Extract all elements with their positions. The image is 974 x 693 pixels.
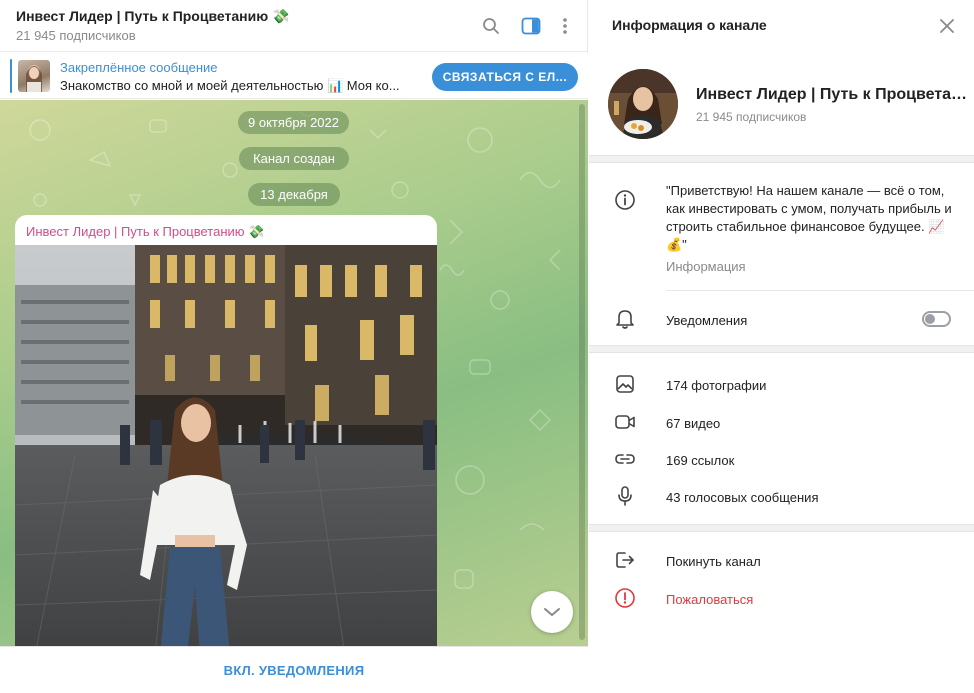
search-icon[interactable] xyxy=(479,14,503,38)
message-area[interactable]: 9 октября 2022 Канал создан 13 декабря И… xyxy=(0,100,588,646)
chat-title[interactable]: Инвест Лидер | Путь к Процветанию 💸 xyxy=(16,8,289,25)
section-divider xyxy=(589,155,974,163)
close-icon[interactable] xyxy=(937,16,957,36)
description-caption: Информация xyxy=(666,259,746,274)
media-voice[interactable]: 43 голосовых сообщения xyxy=(666,490,818,505)
post-photo[interactable] xyxy=(15,245,437,646)
chat-subscriber-count: 21 945 подписчиков xyxy=(16,28,136,43)
post-author[interactable]: Инвест Лидер | Путь к Процветанию 💸 xyxy=(26,224,264,240)
link-icon xyxy=(613,447,637,471)
chevron-down-icon xyxy=(544,608,560,616)
report-icon xyxy=(613,586,637,610)
info-icon xyxy=(613,188,637,212)
report-button[interactable]: Пожаловаться xyxy=(666,592,753,607)
channel-name: Инвест Лидер | Путь к Процветанию 💸 xyxy=(696,86,968,103)
media-photos[interactable]: 174 фотографии xyxy=(666,378,766,393)
more-vertical-icon[interactable] xyxy=(553,14,577,38)
channel-post[interactable]: Инвест Лидер | Путь к Процветанию 💸 xyxy=(15,215,437,646)
pinned-message-bar[interactable]: Закреплённое сообщение Знакомство со мно… xyxy=(0,53,588,99)
sidebar-toggle-icon[interactable] xyxy=(519,14,543,38)
media-videos[interactable]: 67 видео xyxy=(666,416,720,431)
media-links[interactable]: 169 ссылок xyxy=(666,453,734,468)
scroll-down-button[interactable] xyxy=(531,591,573,633)
row-divider xyxy=(666,290,974,291)
pinned-indicator xyxy=(10,59,12,93)
pinned-thumbnail xyxy=(18,60,50,92)
chat-footer: ВКЛ. УВЕДОМЛЕНИЯ xyxy=(0,646,588,693)
service-message: Канал создан xyxy=(239,147,349,170)
pinned-text: Знакомство со мной и моей деятельностью … xyxy=(60,78,400,93)
enable-notifications-button[interactable]: ВКЛ. УВЕДОМЛЕНИЯ xyxy=(224,663,365,678)
photo-icon xyxy=(613,372,637,396)
microphone-icon xyxy=(613,484,637,508)
chat-scrollbar[interactable] xyxy=(579,104,585,640)
pinned-label: Закреплённое сообщение xyxy=(60,60,218,75)
bell-icon xyxy=(613,307,637,331)
channel-description: "Приветствую! На нашем канале — всё о то… xyxy=(666,183,952,252)
channel-info-panel: Информация о канале Инвест Лидер | Путь … xyxy=(589,0,974,693)
section-divider xyxy=(589,345,974,353)
date-separator: 9 октября 2022 xyxy=(238,111,349,134)
chat-header[interactable]: Инвест Лидер | Путь к Процветанию 💸 21 9… xyxy=(0,0,588,52)
toggle-knob xyxy=(925,314,935,324)
channel-subscriber-count: 21 945 подписчиков xyxy=(696,110,807,124)
video-icon xyxy=(613,410,637,434)
notifications-label: Уведомления xyxy=(666,313,748,328)
info-panel-title: Информация о канале xyxy=(612,17,767,33)
date-separator: 13 декабря xyxy=(248,183,340,206)
contact-button[interactable]: СВЯЗАТЬСЯ С ЕЛ... xyxy=(432,63,578,91)
notifications-toggle[interactable] xyxy=(922,311,951,327)
section-divider xyxy=(589,524,974,532)
chat-panel: Инвест Лидер | Путь к Процветанию 💸 21 9… xyxy=(0,0,588,693)
leave-channel-button[interactable]: Покинуть канал xyxy=(666,554,761,569)
leave-icon xyxy=(613,548,637,572)
channel-avatar[interactable] xyxy=(608,69,678,139)
